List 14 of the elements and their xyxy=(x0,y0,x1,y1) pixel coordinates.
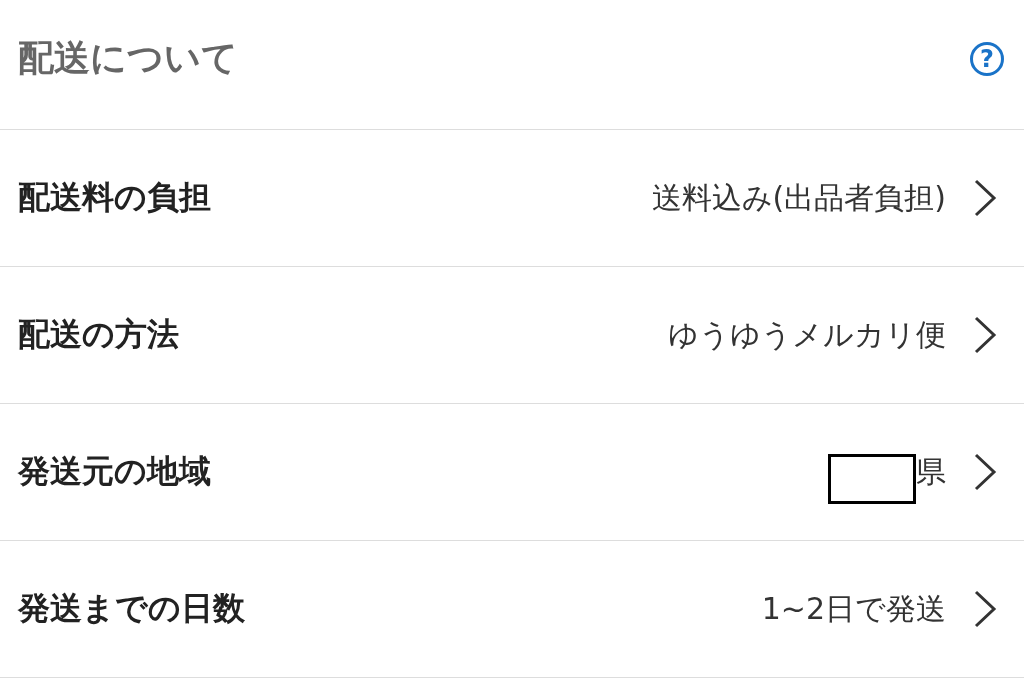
row-label: 配送の方法 xyxy=(18,314,179,355)
chevron-icon[interactable] xyxy=(972,589,998,629)
chevron-icon[interactable] xyxy=(972,452,998,492)
row-label: 発送までの日数 xyxy=(18,588,245,629)
row-label: 配送料の負担 xyxy=(18,177,211,218)
row-label: 発送元の地域 xyxy=(18,451,211,492)
row-value[interactable]: 1~2日で発送 xyxy=(761,588,946,630)
help-icon[interactable]: ? xyxy=(970,41,1004,76)
row-value[interactable]: ゆうゆうメルカリ便 xyxy=(668,314,946,356)
chevron-icon[interactable] xyxy=(972,178,998,218)
section-title: 配送について xyxy=(18,36,238,80)
row-value[interactable]: 送料込み(出品者負担) xyxy=(651,177,946,219)
row-value[interactable]: 県 xyxy=(916,451,946,493)
chevron-icon[interactable] xyxy=(972,315,998,355)
